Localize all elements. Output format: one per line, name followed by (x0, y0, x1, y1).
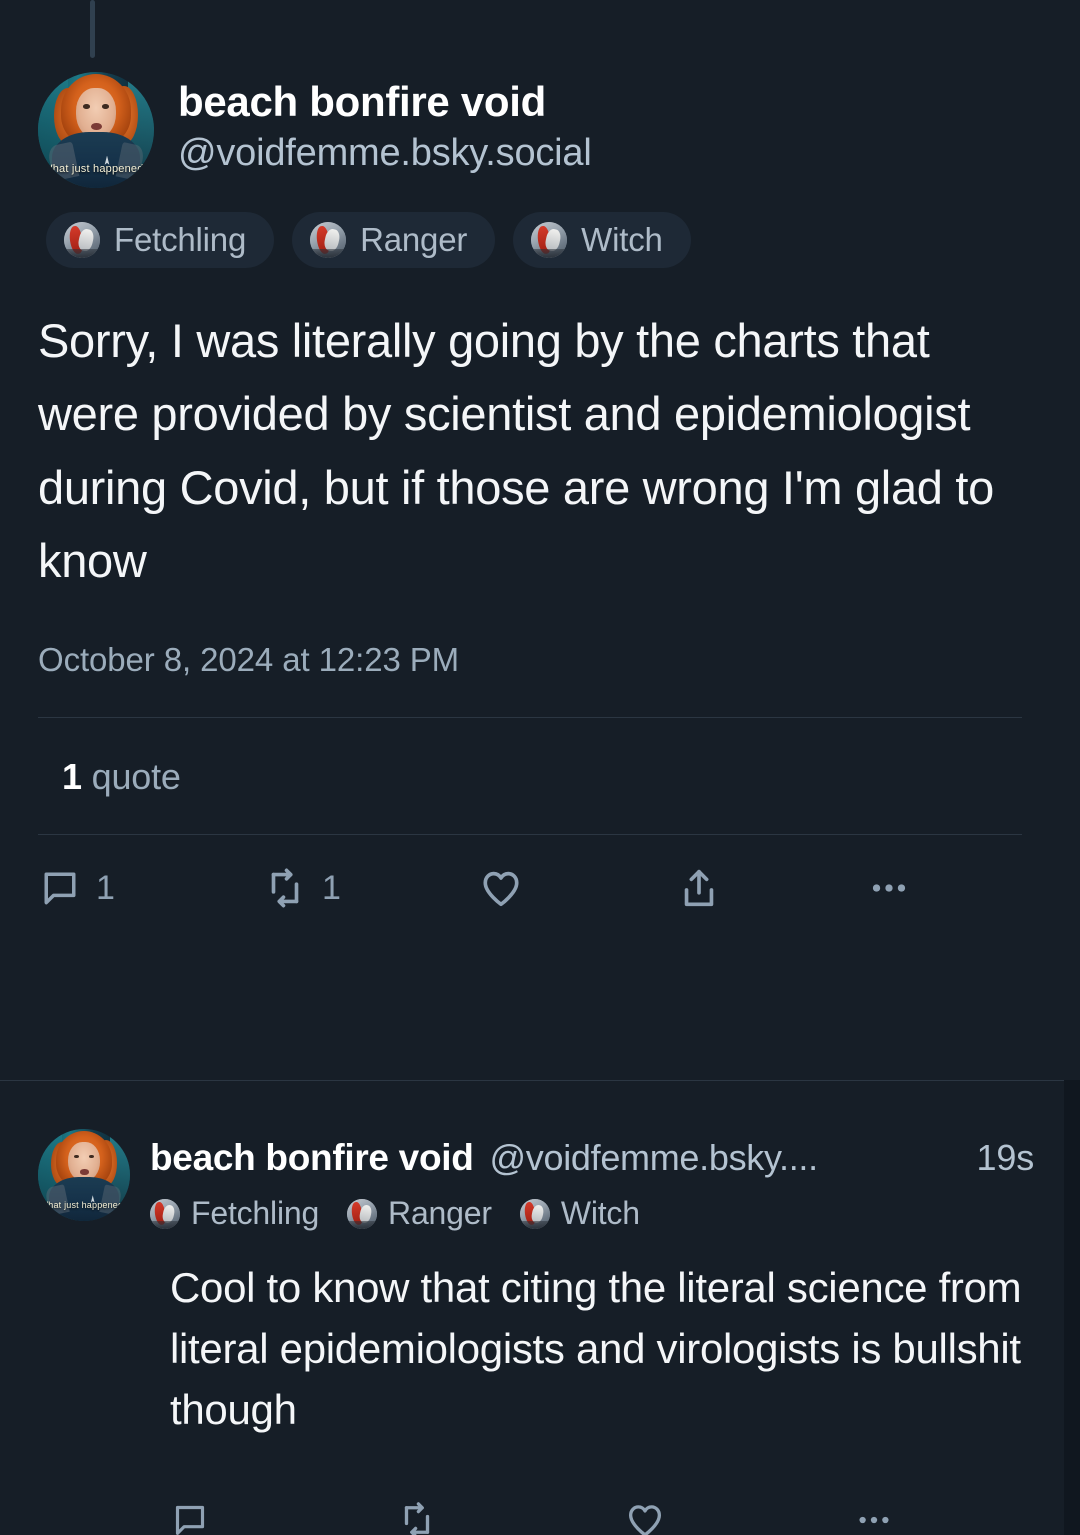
share-icon (676, 865, 722, 911)
like-action[interactable] (478, 865, 676, 911)
main-post: What just happened? beach bonfire void @… (0, 0, 1064, 941)
repost-icon (262, 865, 308, 911)
label-pill-ranger[interactable]: Ranger (347, 1195, 492, 1232)
reply-icon (38, 866, 82, 910)
repost-action[interactable]: 1 (262, 865, 478, 911)
label-pill-witch[interactable]: Witch (513, 212, 691, 268)
main-post-timestamp: October 8, 2024 at 12:23 PM (38, 641, 460, 679)
reply-post-header[interactable]: What just happened? beach bonfire void @… (38, 1129, 1034, 1232)
reply-count: 1 (96, 868, 115, 907)
reply-post: What just happened? beach bonfire void @… (0, 1081, 1064, 1535)
more-icon (866, 865, 912, 911)
avatar[interactable]: What just happened? (38, 72, 154, 188)
main-post-author-row[interactable]: What just happened? beach bonfire void @… (38, 72, 1034, 188)
label-pill-text: Fetchling (191, 1195, 320, 1231)
quote-label: quote (91, 756, 181, 798)
repost-action[interactable] (396, 1499, 624, 1535)
label-pill-row: Fetchling Ranger Witch (46, 212, 1034, 268)
reply-action[interactable] (170, 1500, 396, 1535)
reply-post-body: Cool to know that citing the literal sci… (170, 1264, 1022, 1433)
label-pill-text: Fetchling (114, 221, 247, 258)
reply-action[interactable]: 1 (38, 866, 262, 910)
avatar[interactable]: What just happened? (38, 1129, 130, 1221)
label-pill-fetchling[interactable]: Fetchling (46, 212, 275, 268)
avatar-caption: What just happened? (39, 1199, 129, 1210)
reply-meta-block: beach bonfire void @voidfemme.bsky.... 1… (150, 1129, 1034, 1232)
more-icon (853, 1499, 895, 1535)
share-action[interactable] (676, 865, 866, 911)
like-action[interactable] (624, 1499, 853, 1535)
bluesky-thread-screen: What just happened? beach bonfire void @… (0, 0, 1080, 1535)
label-pill-ranger[interactable]: Ranger (292, 212, 496, 268)
label-pill-fetchling[interactable]: Fetchling (150, 1195, 319, 1232)
more-action[interactable] (853, 1499, 909, 1535)
main-post-action-bar: 1 1 (38, 835, 1034, 941)
label-pill-text: Ranger (388, 1195, 492, 1231)
label-avatar-icon (531, 222, 568, 258)
avatar-caption: What just happened? (42, 163, 150, 176)
display-name: beach bonfire void (178, 78, 546, 125)
handle: @voidfemme.bsky.... (489, 1137, 819, 1178)
handle: @voidfemme.bsky.social (178, 132, 592, 175)
main-post-body: Sorry, I was literally going by the char… (38, 314, 994, 587)
label-pill-text: Witch (581, 221, 663, 258)
label-avatar-icon (150, 1198, 180, 1229)
label-avatar-icon (519, 1198, 550, 1229)
label-pill-text: Ranger (360, 221, 468, 258)
quote-count: 1 (62, 756, 82, 798)
more-action[interactable] (866, 865, 926, 911)
author-text-block: beach bonfire void @voidfemme.bsky.socia… (178, 72, 592, 178)
label-avatar-icon (347, 1198, 378, 1229)
reply-icon (170, 1500, 210, 1535)
label-pill-witch[interactable]: Witch (519, 1195, 640, 1232)
like-icon (624, 1499, 666, 1535)
label-pill-text: Witch (560, 1195, 640, 1231)
reply-name-line: beach bonfire void @voidfemme.bsky.... 1… (150, 1137, 1034, 1179)
label-avatar-icon (64, 222, 100, 258)
right-edge-strip (1064, 1080, 1080, 1535)
like-icon (478, 865, 524, 911)
label-avatar-icon (310, 222, 347, 258)
repost-icon (396, 1499, 438, 1535)
display-name: beach bonfire void (150, 1137, 474, 1178)
repost-count: 1 (322, 868, 341, 907)
relative-timestamp: 19s (976, 1137, 1035, 1178)
reply-label-row: Fetchling Ranger Witch (150, 1195, 1034, 1232)
quote-count-row[interactable]: 1 quote (38, 718, 1034, 834)
reply-post-action-bar (170, 1469, 1034, 1535)
